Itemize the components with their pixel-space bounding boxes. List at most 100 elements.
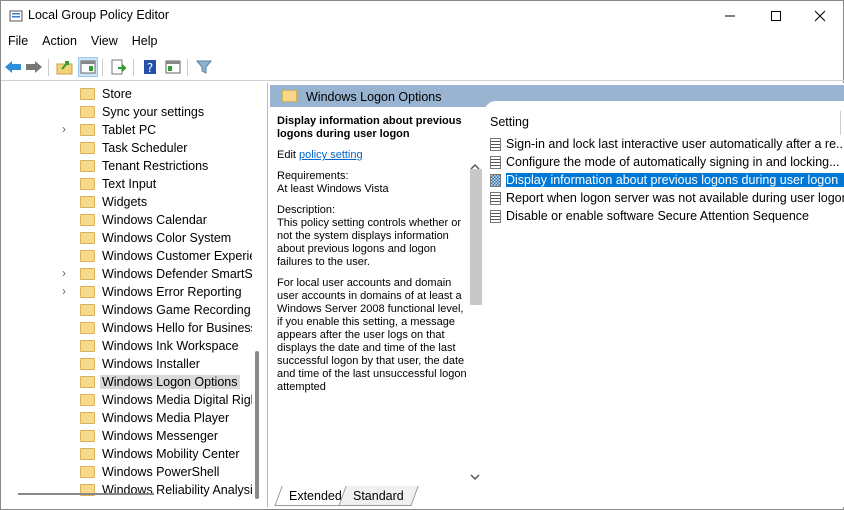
tree-item-label: Windows Hello for Business xyxy=(102,321,252,335)
tree-item[interactable]: Sync your settings xyxy=(2,103,252,121)
policy-setting-icon xyxy=(490,138,501,151)
export-list-icon[interactable] xyxy=(109,57,129,77)
tree-item-label: Windows PowerShell xyxy=(102,465,220,479)
maximize-button[interactable] xyxy=(753,1,799,31)
setting-row[interactable]: Configure the mode of automatically sign… xyxy=(488,153,844,171)
tree-item-label: Windows Ink Workspace xyxy=(102,339,239,353)
policy-setting-icon xyxy=(490,210,501,223)
folder-icon xyxy=(80,394,95,406)
tree-vertical-scrollbar[interactable] xyxy=(255,351,259,499)
tree-item-label: Windows Installer xyxy=(102,357,200,371)
tree-item[interactable]: Windows Reliability Analysis xyxy=(2,481,252,499)
folder-icon xyxy=(282,90,297,102)
folder-icon xyxy=(80,142,95,154)
tree-item[interactable]: Widgets xyxy=(2,193,252,211)
minimize-button[interactable] xyxy=(707,1,753,31)
tree-item[interactable]: Tenant Restrictions xyxy=(2,157,252,175)
tree-horizontal-scrollbar[interactable] xyxy=(18,493,154,495)
description-para-1: This policy setting controls whether or … xyxy=(277,217,462,268)
setting-label: Display information about previous logon… xyxy=(506,173,844,187)
tree-item[interactable]: Windows Hello for Business xyxy=(2,319,252,337)
chevron-right-icon[interactable]: › xyxy=(62,266,66,280)
menu-help[interactable]: Help xyxy=(125,32,165,52)
menu-file[interactable]: File xyxy=(1,32,35,52)
folder-icon xyxy=(80,304,95,316)
description-scroll-thumb[interactable] xyxy=(470,169,482,305)
scroll-down-icon[interactable] xyxy=(470,473,480,481)
tree-item-label: Store xyxy=(102,87,132,101)
back-icon[interactable] xyxy=(3,57,23,77)
column-divider[interactable] xyxy=(840,111,841,135)
up-folder-icon[interactable] xyxy=(55,57,75,77)
forward-icon[interactable] xyxy=(24,57,44,77)
folder-icon xyxy=(80,106,95,118)
setting-label: Disable or enable software Secure Attent… xyxy=(506,209,809,223)
tree-item-label: Windows Mobility Center xyxy=(102,447,240,461)
menu-bar: File Action View Help xyxy=(1,32,165,52)
tree-item[interactable]: › Windows Error Reporting xyxy=(2,283,252,301)
folder-icon xyxy=(80,196,95,208)
chevron-right-icon[interactable]: › xyxy=(62,284,66,298)
tree-item[interactable]: Windows Installer xyxy=(2,355,252,373)
filter-icon[interactable] xyxy=(194,57,214,77)
requirements-value: At least Windows Vista xyxy=(277,183,389,195)
tree-item[interactable]: Windows Messenger xyxy=(2,427,252,445)
tree-item[interactable]: Windows Mobility Center xyxy=(2,445,252,463)
menu-view[interactable]: View xyxy=(84,32,125,52)
tree-item-label: Windows Defender SmartScreen xyxy=(102,267,252,281)
setting-row[interactable]: Display information about previous logon… xyxy=(488,171,844,189)
tree-item[interactable]: Windows Game Recording and Broadcasting xyxy=(2,301,252,319)
tree-item[interactable]: Windows Media Player xyxy=(2,409,252,427)
tree-item[interactable]: Windows Customer Experience Improvement … xyxy=(2,247,252,265)
settings-list: Setting Sign-in and lock last interactiv… xyxy=(484,101,844,471)
help-icon[interactable]: ? xyxy=(140,57,160,77)
tree-item-label: Windows Logon Options xyxy=(100,375,240,389)
description-label: Description: xyxy=(277,204,336,216)
chevron-right-icon[interactable]: › xyxy=(62,122,66,136)
tree-item[interactable]: Windows Calendar xyxy=(2,211,252,229)
policy-title: Display information about previous logon… xyxy=(277,115,462,140)
show-hide-action-pane-icon[interactable] xyxy=(163,57,183,77)
show-hide-tree-icon[interactable] xyxy=(78,57,98,77)
edit-policy-setting-link[interactable]: policy setting xyxy=(299,149,363,161)
setting-label: Configure the mode of automatically sign… xyxy=(506,155,840,169)
view-tabs: Extended Standard xyxy=(272,485,772,507)
folder-icon xyxy=(80,286,95,298)
policy-setting-icon xyxy=(490,192,501,205)
setting-row[interactable]: Disable or enable software Secure Attent… xyxy=(488,207,844,225)
folder-icon xyxy=(80,178,95,190)
setting-row[interactable]: Report when logon server was not availab… xyxy=(488,189,844,207)
tree-item[interactable]: Windows PowerShell xyxy=(2,463,252,481)
folder-icon xyxy=(80,322,95,334)
edit-line: Edit policy setting xyxy=(277,149,469,162)
description-panel: Display information about previous logon… xyxy=(272,107,484,485)
tree-item[interactable]: Task Scheduler xyxy=(2,139,252,157)
svg-text:?: ? xyxy=(147,61,153,75)
close-button[interactable] xyxy=(797,1,843,31)
description-para-2: For local user accounts and domain user … xyxy=(277,277,467,393)
tree-item[interactable]: Windows Color System xyxy=(2,229,252,247)
setting-row[interactable]: Sign-in and lock last interactive user a… xyxy=(488,135,844,153)
tree-item[interactable]: Text Input xyxy=(2,175,252,193)
menu-action[interactable]: Action xyxy=(35,32,84,52)
tree-item[interactable]: Windows Media Digital Rights Management xyxy=(2,391,252,409)
setting-label: Report when logon server was not availab… xyxy=(506,191,844,205)
policy-setting-icon xyxy=(490,156,501,169)
tree-item-label: Windows Error Reporting xyxy=(102,285,242,299)
tree-item[interactable]: Store xyxy=(2,85,252,103)
tree-item[interactable]: › Windows Defender SmartScreen xyxy=(2,265,252,283)
column-header-setting[interactable]: Setting xyxy=(490,115,529,129)
tree-item-label: Windows Media Player xyxy=(102,411,230,425)
folder-icon xyxy=(80,160,95,172)
folder-icon xyxy=(80,376,95,388)
tab-standard[interactable]: Standard xyxy=(338,486,419,506)
tree-item-label: Windows Customer Experience Improvement … xyxy=(102,249,252,263)
title-bar: Local Group Policy Editor xyxy=(1,1,844,31)
folder-icon xyxy=(80,214,95,226)
folder-icon xyxy=(80,358,95,370)
toolbar: ? xyxy=(1,54,844,81)
tree-item[interactable]: › Tablet PC xyxy=(2,121,252,139)
details-pane: Windows Logon Options Display informatio… xyxy=(270,83,844,507)
tree-item[interactable]: Windows Logon Options xyxy=(2,373,252,391)
tree-item[interactable]: Windows Ink Workspace xyxy=(2,337,252,355)
